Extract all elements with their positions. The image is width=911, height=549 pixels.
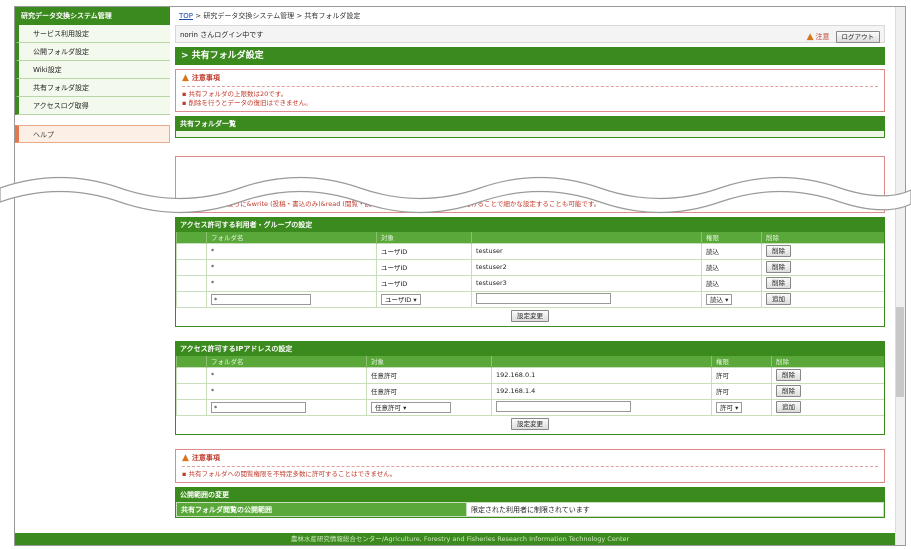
- breadcrumb-top-link[interactable]: TOP: [179, 12, 193, 20]
- breadcrumb: TOP > 研究データ交換システム管理 > 共有フォルダ設定: [175, 7, 885, 25]
- shared-folder-list: 共有フォルダ一覧: [175, 116, 885, 138]
- table-row-new: * ユーザID ▾ 読込 ▾ 追加: [176, 290, 884, 307]
- table-row: * ユーザID testuser 読込 削除: [176, 242, 884, 259]
- column-header: 権限: [711, 356, 772, 367]
- table-row-new: * 任意許可 ▾ 許可 ▾ 追加: [176, 398, 884, 415]
- delete-button[interactable]: 削除: [776, 369, 801, 381]
- notice-box-3: ▲注意事項 共有フォルダへの閲覧権限を不特定多数に許可することはできません。: [175, 449, 885, 483]
- notice-heading: 注意事項: [191, 454, 220, 462]
- notice-heading: 注意事項: [191, 74, 220, 82]
- sidebar-title: 研究データ交換システム管理: [15, 7, 170, 25]
- warning-link[interactable]: ▲ 注意: [807, 28, 830, 46]
- shared-folder-list-heading: 共有フォルダ一覧: [176, 117, 884, 131]
- sidebar-item-service[interactable]: サービス利用設定: [15, 25, 170, 43]
- column-header: 削除: [771, 356, 884, 367]
- main-content: TOP > 研究データ交換システム管理 > 共有フォルダ設定 norin さんロ…: [175, 7, 885, 545]
- breadcrumb-path: > 研究データ交換システム管理 > 共有フォルダ設定: [193, 12, 361, 20]
- delete-button[interactable]: 削除: [776, 385, 801, 397]
- notice-box-1: ▲注意事項 共有フォルダの上限数は20です。 削除を行うとデータの復旧はできませ…: [175, 69, 885, 112]
- sidebar-item-access-log[interactable]: アクセスログ取得: [15, 97, 170, 115]
- ip-access-panel: アクセス許可するIPアドレスの設定 フォルダ名 対象 権限 削除 * 任意許可 19…: [175, 341, 885, 435]
- warning-icon: ▲: [182, 73, 189, 83]
- notice-item: 共有フォルダの上限数は20です。: [182, 90, 878, 99]
- publish-range-value: 限定された利用者に制限されています: [466, 502, 884, 517]
- sidebar: 研究データ交換システム管理 サービス利用設定 公開フォルダ設定 Wiki設定 共…: [15, 7, 170, 545]
- user-access-heading: アクセス許可する利用者・グループの設定: [176, 218, 884, 232]
- warning-icon: ▲: [806, 32, 814, 42]
- login-bar: norin さんログイン中です ▲ 注意 ログアウト: [175, 25, 885, 43]
- column-header: [491, 356, 712, 367]
- ip-access-heading: アクセス許可するIPアドレスの設定: [176, 342, 884, 356]
- ip-address-input[interactable]: [496, 400, 631, 412]
- warning-icon: ▲: [182, 453, 189, 463]
- folder-name-input[interactable]: *: [211, 293, 311, 305]
- sidebar-item-public-folder[interactable]: 公開フォルダ設定: [15, 43, 170, 61]
- column-header: [471, 232, 702, 243]
- apply-settings-button[interactable]: 設定変更: [511, 418, 549, 430]
- publish-range-key: 共有フォルダ閲覧の公開範囲: [176, 502, 467, 517]
- warning-link-label: 注意: [815, 33, 830, 41]
- notice-item: 削除を行うとデータの復旧はできません。: [182, 99, 878, 108]
- table-row: * 任意許可 192.168.1.4 許可 削除: [176, 382, 884, 399]
- vertical-scrollbar[interactable]: [895, 7, 905, 545]
- delete-button[interactable]: 削除: [766, 245, 791, 257]
- add-button[interactable]: 追加: [766, 293, 791, 306]
- login-status: norin さんログイン中です: [180, 31, 264, 39]
- column-header: フォルダ名: [206, 356, 367, 367]
- page-break-wave: [0, 176, 911, 214]
- column-header: 対象: [376, 232, 472, 243]
- column-header: 対象: [366, 356, 492, 367]
- permission-select[interactable]: 読込 ▾: [706, 293, 733, 305]
- table-row: * ユーザID testuser3 読込 削除: [176, 274, 884, 291]
- user-access-panel: アクセス許可する利用者・グループの設定 フォルダ名 対象 権限 削除 * ユーザI…: [175, 217, 885, 327]
- table-row: * ユーザID testuser2 読込 削除: [176, 258, 884, 275]
- sidebar-item-shared-folder[interactable]: 共有フォルダ設定: [15, 79, 170, 97]
- ip-access-table: フォルダ名 対象 権限 削除 * 任意許可 192.168.0.1 許可 削除 * 任意…: [176, 356, 884, 415]
- publish-range-heading: 公開範囲の変更: [176, 488, 884, 502]
- footer: 農林水産研究情報総合センター/Agriculture, Forestry and…: [15, 533, 905, 545]
- column-header: フォルダ名: [206, 232, 377, 243]
- folder-name-input[interactable]: *: [211, 401, 306, 413]
- column-header: 削除: [761, 232, 884, 243]
- target-type-select[interactable]: ユーザID ▾: [381, 293, 421, 305]
- permission-select[interactable]: 許可 ▾: [716, 401, 743, 413]
- sidebar-item-help[interactable]: ヘルプ: [15, 125, 170, 143]
- logout-button[interactable]: ログアウト: [835, 31, 880, 43]
- apply-settings-button[interactable]: 設定変更: [511, 310, 549, 322]
- notice-item: 共有フォルダへの閲覧権限を不特定多数に許可することはできません。: [182, 470, 878, 479]
- target-type-select[interactable]: 任意許可 ▾: [371, 401, 451, 413]
- publish-range-panel: 公開範囲の変更 共有フォルダ閲覧の公開範囲 限定された利用者に制限されています: [175, 487, 885, 518]
- table-row: * 任意許可 192.168.0.1 許可 削除: [176, 366, 884, 383]
- sidebar-item-wiki[interactable]: Wiki設定: [15, 61, 170, 79]
- delete-button[interactable]: 削除: [766, 261, 791, 273]
- user-access-table: フォルダ名 対象 権限 削除 * ユーザID testuser 読込 削除 * ユーザI…: [176, 232, 884, 307]
- target-input[interactable]: [476, 292, 611, 304]
- add-button[interactable]: 追加: [776, 401, 801, 414]
- scrollbar-thumb[interactable]: [896, 307, 904, 397]
- page-title: > 共有フォルダ設定: [175, 47, 885, 65]
- column-header: 権限: [701, 232, 762, 243]
- delete-button[interactable]: 削除: [766, 277, 791, 289]
- browser-page: 研究データ交換システム管理 サービス利用設定 公開フォルダ設定 Wiki設定 共…: [14, 6, 906, 546]
